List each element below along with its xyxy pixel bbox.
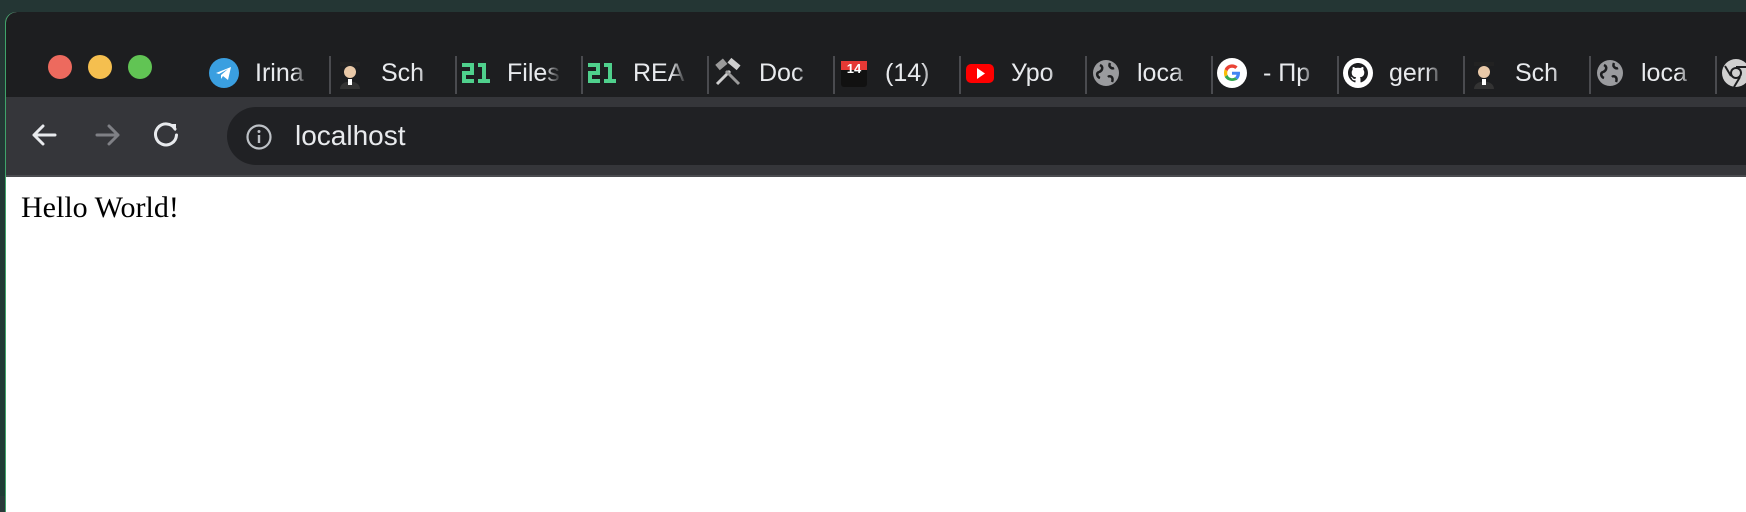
tab-school[interactable]: Sch <box>1465 54 1591 94</box>
tab-localhost[interactable]: loca <box>1591 54 1717 94</box>
tab-label: loca <box>1137 58 1183 87</box>
tab-strip: Irina Sch Files REA Doc 14 (14) Уро loca… <box>6 12 1746 97</box>
tab-school[interactable]: Sch <box>331 54 457 94</box>
github-icon <box>1341 56 1375 90</box>
back-button[interactable] <box>24 115 64 155</box>
tab-docs[interactable]: Doc <box>709 54 835 94</box>
badge-count: 14 <box>847 61 862 76</box>
school21-icon <box>459 56 493 90</box>
arrow-left-icon <box>32 124 57 146</box>
tab-label: REA <box>633 58 685 87</box>
calendar-badge-icon: 14 <box>837 56 871 90</box>
browser-toolbar: localhost <box>6 97 1746 177</box>
tab-school21-files[interactable]: Files <box>457 54 583 94</box>
graduate-icon <box>333 56 367 90</box>
tab-localhost[interactable]: loca <box>1087 54 1213 94</box>
tab-label: - Пр <box>1263 58 1311 87</box>
globe-icon <box>1593 56 1627 90</box>
tab-github[interactable]: gern <box>1339 54 1465 94</box>
address-bar[interactable]: localhost <box>227 107 1746 165</box>
tab-label: loca <box>1641 58 1687 87</box>
google-icon <box>1215 56 1249 90</box>
telegram-icon <box>207 56 241 90</box>
tab-telegram[interactable]: Irina <box>205 54 331 94</box>
school21-icon <box>585 56 619 90</box>
tab-label: Sch <box>381 58 425 87</box>
minimize-window-button[interactable] <box>88 55 112 79</box>
arrow-right-icon <box>95 124 120 146</box>
maximize-window-button[interactable] <box>128 55 152 79</box>
tab-chrome[interactable] <box>1717 54 1746 92</box>
tab-label: Files <box>507 58 560 87</box>
reload-button[interactable] <box>146 115 186 155</box>
graduate-icon <box>1467 56 1501 90</box>
tab-label: Irina <box>255 58 304 87</box>
tab-label: Уро <box>1011 58 1054 87</box>
page-content: Hello World! <box>6 177 1746 512</box>
tab-label: Doc <box>759 58 804 87</box>
tab-youtube[interactable]: Уро <box>961 54 1087 94</box>
forward-button[interactable] <box>88 115 128 155</box>
tab-label: Sch <box>1515 58 1559 87</box>
globe-icon <box>1089 56 1123 90</box>
tab-label: gern <box>1389 58 1440 87</box>
reload-icon <box>154 122 178 147</box>
address-text[interactable]: localhost <box>295 120 406 152</box>
page-body-text: Hello World! <box>21 191 179 224</box>
chrome-icon <box>1719 56 1746 90</box>
browser-window: Irina Sch Files REA Doc 14 (14) Уро loca… <box>6 12 1746 512</box>
tab-google[interactable]: - Пр <box>1213 54 1339 94</box>
tab-calendar[interactable]: 14 (14) <box>835 54 961 94</box>
tab-list: Irina Sch Files REA Doc 14 (14) Уро loca… <box>205 54 1746 94</box>
info-icon[interactable] <box>245 123 273 151</box>
close-window-button[interactable] <box>48 55 72 79</box>
tab-label: (14) <box>885 58 930 87</box>
youtube-icon <box>963 56 997 90</box>
tab-school21-readme[interactable]: REA <box>583 54 709 94</box>
tools-icon <box>711 56 745 90</box>
